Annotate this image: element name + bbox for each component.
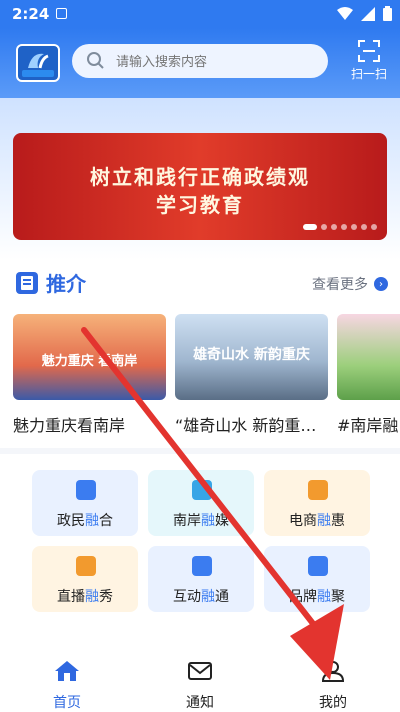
cart-icon — [308, 480, 328, 500]
banner[interactable]: 树立和践行正确政绩观 学习教育 — [13, 133, 387, 240]
tile-3[interactable]: 电商融惠 — [264, 470, 370, 536]
recommend-section-title: 推介 — [16, 268, 86, 297]
tile-label: 政民融合 — [57, 513, 113, 529]
tv-icon — [76, 556, 96, 576]
banner-title-line2: 学习教育 — [156, 193, 244, 217]
scan-label: 扫一扫 — [350, 67, 387, 81]
tab-me[interactable]: 我的 — [293, 660, 373, 712]
recommend-card-1[interactable]: 魅力重庆 看南岸 魅力重庆看南岸 — [13, 314, 166, 436]
banner-pager — [303, 224, 377, 230]
recommend-card-2[interactable]: 雄奇山水 新韵重庆 “雄奇山水 新韵重… — [175, 314, 328, 436]
chevron-right-icon: › — [374, 277, 388, 291]
tab-notifications[interactable]: 通知 — [160, 660, 240, 712]
tile-label: 南岸融媒 — [173, 513, 229, 529]
banner-title-line1: 树立和践行正确政绩观 — [90, 165, 310, 189]
user-icon — [321, 661, 345, 682]
share-icon — [192, 556, 212, 576]
card-image: 魅力重庆 看南岸 — [13, 314, 166, 400]
recommend-title: 推介 — [46, 272, 86, 296]
tile-label: 互动融通 — [173, 589, 229, 605]
tab-home[interactable]: 首页 — [27, 660, 107, 712]
tile-label: 直播融秀 — [57, 589, 113, 605]
crown-badge-icon — [308, 556, 328, 576]
tab-notifications-label: 通知 — [186, 695, 214, 711]
mail-icon — [188, 662, 212, 680]
phone-icon — [192, 480, 212, 500]
search-icon — [87, 52, 104, 69]
tile-2[interactable]: 南岸融媒 — [148, 470, 254, 536]
card-image-text: 魅力重庆 看南岸 — [41, 354, 138, 369]
notification-icon — [56, 8, 67, 19]
bottom-tab-bar: 首页 通知 我的 — [0, 652, 400, 712]
status-time: 2:24 — [12, 5, 50, 23]
status-bar: 2:24 — [0, 0, 400, 28]
tile-label: 电商融惠 — [289, 513, 345, 529]
tile-1[interactable]: 政民融合 — [32, 470, 138, 536]
wifi-icon — [337, 6, 353, 20]
recommend-card-3[interactable]: #南岸融 — [337, 314, 400, 436]
view-more-label: 查看更多 — [312, 277, 368, 293]
card-title: 魅力重庆看南岸 — [13, 416, 126, 435]
scan-icon — [358, 40, 380, 62]
home-icon — [55, 661, 79, 681]
person-card-icon — [76, 480, 96, 500]
tile-6[interactable]: 品牌融聚 — [264, 546, 370, 612]
tile-5[interactable]: 互动融通 — [148, 546, 254, 612]
card-image: 雄奇山水 新韵重庆 — [175, 314, 328, 400]
recommend-icon — [16, 271, 38, 294]
search-bar[interactable] — [72, 44, 328, 78]
card-image — [337, 314, 400, 400]
tab-me-label: 我的 — [319, 695, 347, 711]
battery-icon — [383, 6, 392, 21]
recommend-carousel[interactable]: 魅力重庆 看南岸 魅力重庆看南岸 雄奇山水 新韵重庆 “雄奇山水 新韵重… #南… — [13, 314, 400, 444]
app-logo — [16, 44, 60, 82]
scan-button[interactable]: 扫一扫 — [348, 40, 390, 82]
card-image-text: 雄奇山水 新韵重庆 — [193, 347, 310, 363]
tab-home-label: 首页 — [53, 695, 81, 711]
view-more-link[interactable]: 查看更多 › — [312, 274, 388, 294]
tile-label: 品牌融聚 — [289, 589, 345, 605]
signal-icon — [361, 6, 375, 21]
card-title: “雄奇山水 新韵重… — [175, 416, 317, 435]
card-title: #南岸融 — [337, 416, 399, 435]
section-divider — [0, 448, 400, 454]
search-input[interactable] — [114, 52, 318, 70]
tile-4[interactable]: 直播融秀 — [32, 546, 138, 612]
